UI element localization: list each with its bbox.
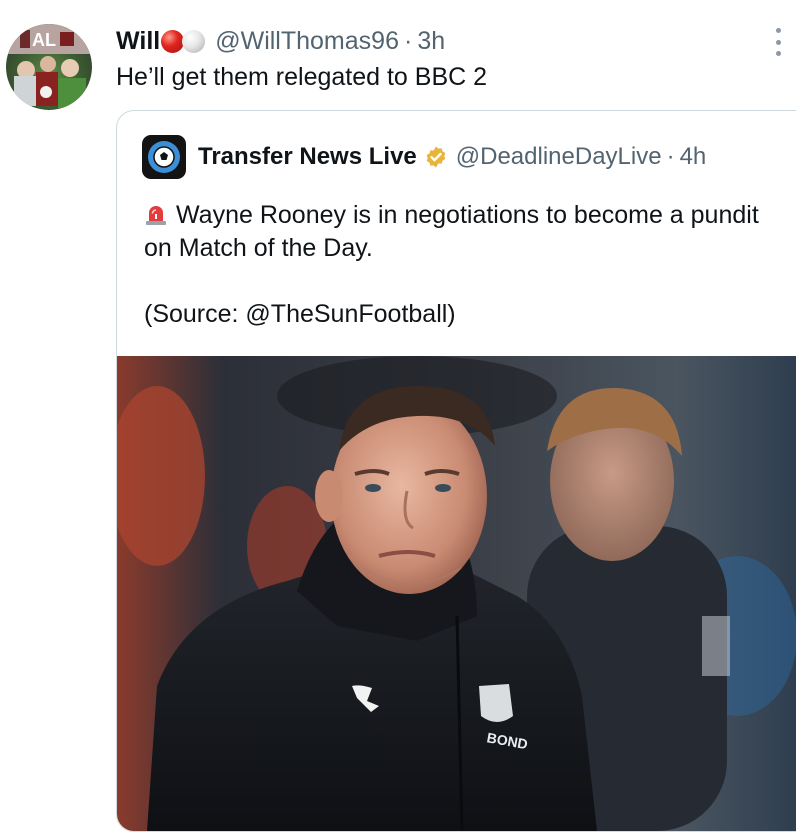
author-name[interactable]: Will xyxy=(116,27,160,56)
quoted-tweet-image[interactable]: BOND xyxy=(117,356,796,831)
tweet-author-line: Will @WillThomas96 · 3h xyxy=(116,26,445,56)
quoted-tweet-card[interactable]: Transfer News Live @DeadlineDayLive · 4h… xyxy=(116,110,796,832)
red-ball-emoji-icon xyxy=(161,29,185,53)
quoted-tweet-text: Wayne Rooney is in negotiations to becom… xyxy=(144,199,784,331)
quoted-author-handle[interactable]: @DeadlineDayLive xyxy=(456,143,662,171)
quoted-tweet-time[interactable]: 4h xyxy=(680,143,707,171)
quoted-author-name[interactable]: Transfer News Live xyxy=(198,143,417,171)
author-handle[interactable]: @WillThomas96 xyxy=(215,27,399,56)
quoted-tweet-line-2: (Source: @TheSunFootball) xyxy=(144,300,456,328)
siren-icon xyxy=(144,202,168,226)
quoted-author-avatar[interactable] xyxy=(142,135,186,179)
svg-text:AL: AL xyxy=(32,30,56,50)
quoted-author-line: Transfer News Live @DeadlineDayLive · 4h xyxy=(142,134,706,180)
tweet-text: He’ll get them relegated to BBC 2 xyxy=(116,63,488,91)
more-dot xyxy=(775,39,781,45)
author-avatar[interactable]: AL xyxy=(6,24,92,110)
tweet-time[interactable]: 3h xyxy=(417,27,445,56)
more-options-icon[interactable] xyxy=(774,28,782,56)
quoted-tweet-line-1: Wayne Rooney is in negotiations to becom… xyxy=(144,199,784,265)
verified-badge-icon xyxy=(424,145,448,169)
meta-separator: · xyxy=(403,26,413,55)
quoted-meta-separator: · xyxy=(666,143,675,170)
quoted-tweet-line-1-text: Wayne Rooney is in negotiations to becom… xyxy=(144,201,759,262)
more-dot xyxy=(775,51,781,56)
photo-football-manager: BOND xyxy=(117,356,796,831)
football-logo-icon xyxy=(148,141,180,173)
white-ball-emoji-icon xyxy=(182,29,206,53)
more-dot xyxy=(775,28,781,33)
